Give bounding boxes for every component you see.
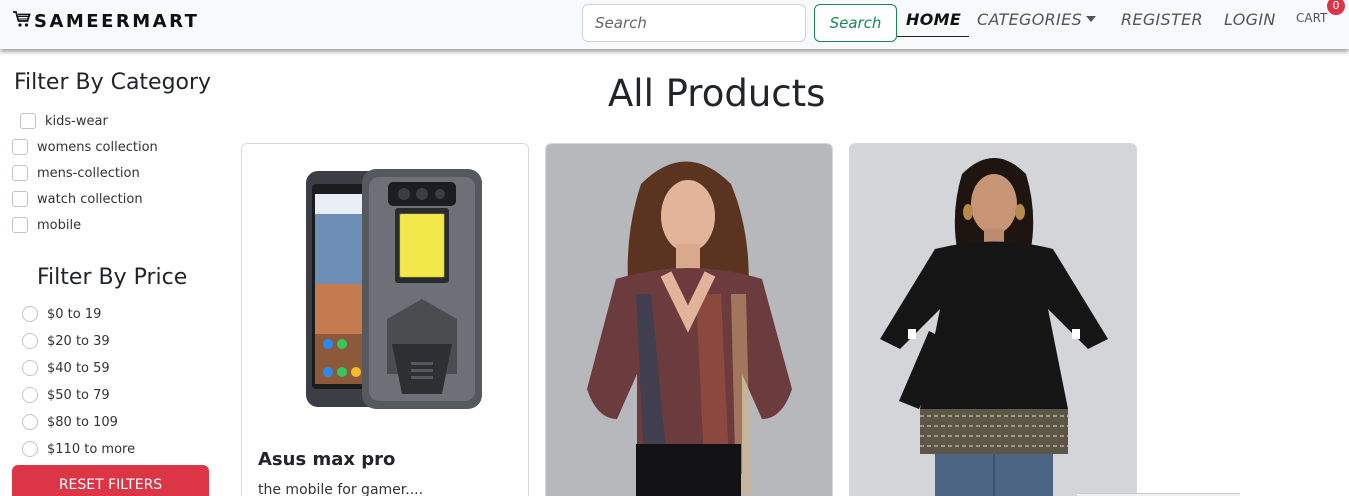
brand-name: SAMEERMART [34,10,200,32]
category-checkbox-womens[interactable]: womens collection [12,139,158,155]
checkbox[interactable] [12,139,28,155]
nav-home-link[interactable]: HOME [906,10,961,29]
radio-button[interactable] [22,387,38,403]
price-filter-title: Filter By Price [37,265,188,290]
product-image-womens-tunic [850,144,1136,496]
radio-button[interactable] [22,414,38,430]
caret-down-icon [1085,16,1096,22]
price-radio-20-39[interactable]: $20 to 39 [22,333,110,349]
price-label: $0 to 19 [47,306,102,322]
product-image-womens-top [546,144,832,496]
reset-filters-button[interactable]: RESET FILTERS [12,465,209,496]
nav-register-link[interactable]: REGISTER [1121,10,1203,29]
nav-categories-label: CATEGORIES [977,10,1082,29]
category-checkbox-kids-wear[interactable]: kids-wear [20,113,108,129]
category-label: mens-collection [37,165,140,181]
active-underline [897,36,969,37]
radio-button[interactable] [22,441,38,457]
price-label: $20 to 39 [47,333,110,349]
category-checkbox-mobile[interactable]: mobile [12,217,81,233]
product-description: the mobile for gamer.... [258,482,424,496]
category-label: womens collection [37,139,158,155]
checkbox[interactable] [20,113,36,129]
radio-button[interactable] [22,360,38,376]
page-title: All Products [608,72,826,115]
category-label: watch collection [37,191,143,207]
price-radio-110-more[interactable]: $110 to more [22,441,135,457]
nav-cart-link[interactable]: CART [1296,11,1327,25]
search-input[interactable] [582,4,806,42]
price-label: $40 to 59 [47,360,110,376]
price-radio-80-109[interactable]: $80 to 109 [22,414,118,430]
checkbox[interactable] [12,165,28,181]
price-radio-0-19[interactable]: $0 to 19 [22,306,101,322]
product-title: Asus max pro [258,449,396,470]
category-checkbox-watch[interactable]: watch collection [12,191,143,207]
radio-button[interactable] [22,306,38,322]
checkbox[interactable] [12,191,28,207]
nav-login-link[interactable]: LOGIN [1224,10,1276,29]
category-label: mobile [37,217,82,233]
navbar: SAMEERMART Search HOME CATEGORIES REGIST… [0,0,1349,49]
category-checkbox-mens[interactable]: mens-collection [12,165,140,181]
product-card[interactable]: Asus max pro the mobile for gamer.... [241,143,529,496]
radio-button[interactable] [22,333,38,349]
nav-categories-dropdown[interactable]: CATEGORIES [977,10,1096,29]
product-card[interactable] [545,143,833,496]
cart-count-badge: 0 [1327,0,1345,15]
brand-link[interactable]: SAMEERMART [12,10,199,32]
cart-icon [12,10,32,32]
price-label: $110 to more [47,441,136,457]
category-filter-title: Filter By Category [14,70,212,95]
product-card[interactable] [849,143,1137,496]
price-label: $50 to 79 [47,387,110,403]
price-label: $80 to 109 [47,414,118,430]
price-radio-50-79[interactable]: $50 to 79 [22,387,110,403]
product-image-phone [242,144,528,496]
category-label: kids-wear [45,113,108,129]
search-button[interactable]: Search [814,4,897,42]
price-radio-40-59[interactable]: $40 to 59 [22,360,110,376]
checkbox[interactable] [12,217,28,233]
